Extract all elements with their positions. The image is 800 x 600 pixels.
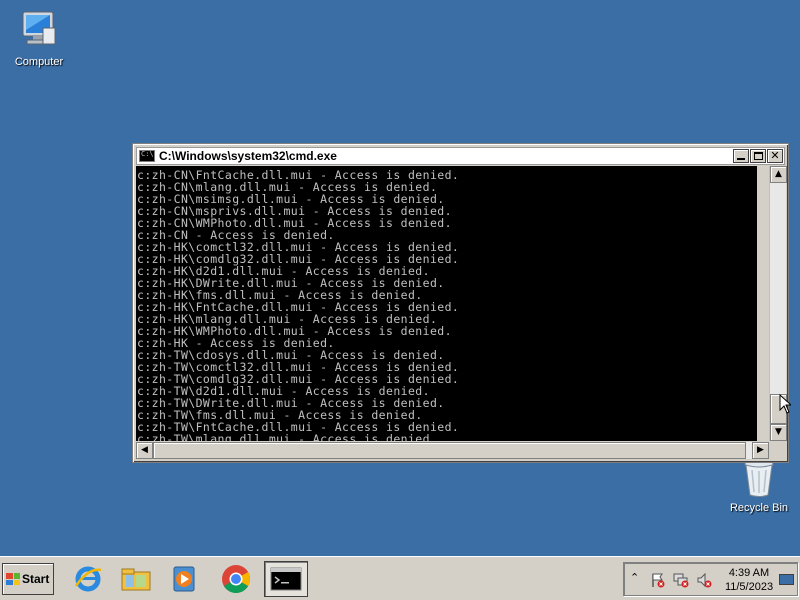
media-player-icon	[173, 566, 195, 592]
maximize-icon	[754, 152, 763, 160]
clock-date: 11/5/2023	[724, 581, 774, 593]
network-icon[interactable]	[673, 572, 689, 588]
scroll-left-button[interactable]: ◀	[136, 442, 153, 459]
action-center-flag-icon[interactable]	[650, 572, 666, 588]
arrow-left-icon: ◀	[141, 445, 148, 455]
computer-icon	[22, 11, 56, 45]
desktop-icon-label: Computer	[14, 56, 64, 68]
scroll-up-button[interactable]: ▲	[770, 166, 787, 183]
arrow-down-icon: ▼	[775, 427, 782, 437]
windows-logo-icon	[6, 573, 20, 585]
taskbar-app-file-explorer[interactable]	[114, 561, 158, 597]
maximize-button[interactable]	[750, 149, 766, 163]
show-desktop-button[interactable]	[779, 574, 794, 585]
cmd-icon	[270, 567, 302, 591]
horizontal-scrollbar[interactable]: ◀ ▶	[136, 442, 769, 459]
start-label: Start	[22, 572, 50, 586]
window-titlebar[interactable]: C:\Windows\system32\cmd.exe ✕	[136, 147, 785, 165]
mouse-cursor-icon	[779, 394, 791, 414]
taskbar-app-cmd[interactable]	[264, 561, 308, 597]
recycle-bin-icon	[744, 459, 774, 497]
scroll-right-button[interactable]: ▶	[752, 442, 769, 459]
cmd-window[interactable]: C:\Windows\system32\cmd.exe ✕ c:zh-CN\Fn…	[132, 143, 789, 463]
taskbar: Start ⌃ 4:39 AM 11/5/2023	[0, 556, 800, 600]
taskbar-app-internet-explorer[interactable]	[66, 561, 110, 597]
cmd-icon	[139, 150, 155, 162]
notification-area: ⌃ 4:39 AM 11/5/2023	[623, 562, 798, 596]
close-icon: ✕	[770, 149, 780, 162]
minimize-icon	[737, 158, 745, 160]
scroll-down-button[interactable]: ▼	[770, 424, 787, 441]
desktop-icon-computer[interactable]: Computer	[1, 8, 77, 68]
desktop-icon-recycle-bin[interactable]: Recycle Bin	[721, 458, 797, 514]
start-button[interactable]: Start	[2, 563, 54, 595]
taskbar-app-media-player[interactable]	[162, 561, 206, 597]
taskbar-app-chrome[interactable]	[214, 561, 258, 597]
horizontal-scroll-thumb[interactable]	[153, 442, 746, 459]
console-line: c:zh-TW\mlang.dll.mui - Access is denied…	[137, 432, 438, 441]
console-output[interactable]: c:zh-CN\FntCache.dll.mui - Access is den…	[136, 166, 757, 441]
window-title: C:\Windows\system32\cmd.exe	[159, 149, 337, 163]
close-button[interactable]: ✕	[767, 149, 783, 163]
system-clock[interactable]: 4:39 AM 11/5/2023	[720, 566, 778, 594]
window-controls: ✕	[733, 149, 783, 163]
desktop-icon-label: Recycle Bin	[729, 502, 789, 514]
chevron-up-icon[interactable]: ⌃	[630, 571, 639, 584]
scrollbar-corner	[769, 442, 786, 459]
clock-time: 4:39 AM	[728, 567, 770, 579]
internet-explorer-icon	[74, 566, 102, 592]
arrow-up-icon: ▲	[775, 169, 782, 179]
arrow-right-icon: ▶	[757, 445, 764, 455]
volume-muted-icon[interactable]	[696, 572, 712, 588]
minimize-button[interactable]	[733, 149, 749, 163]
file-explorer-icon	[121, 568, 151, 591]
chrome-icon	[222, 565, 250, 593]
